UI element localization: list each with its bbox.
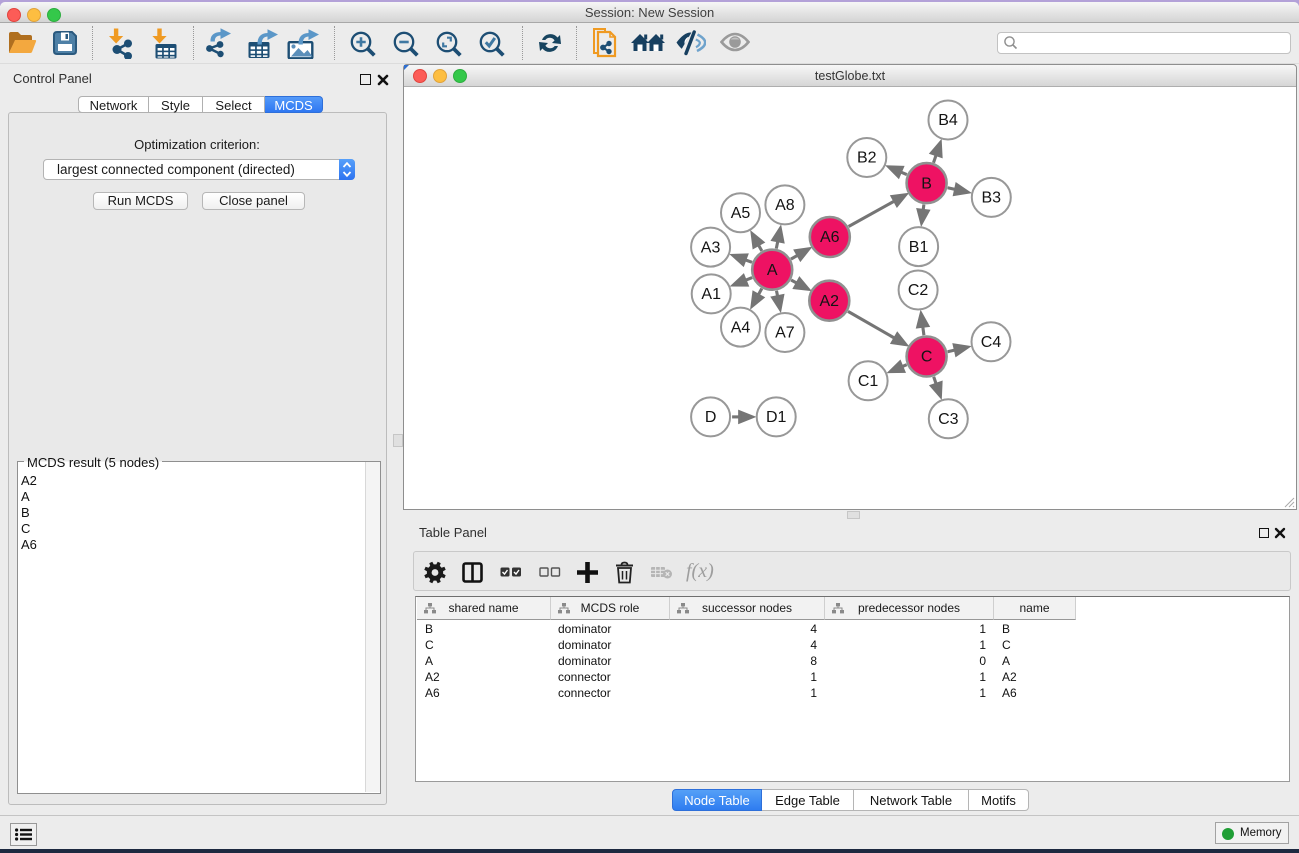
svg-text:A3: A3 — [701, 239, 721, 256]
svg-text:C4: C4 — [981, 334, 1002, 351]
svg-text:B3: B3 — [982, 190, 1002, 207]
svg-text:C1: C1 — [858, 373, 879, 390]
svg-text:C3: C3 — [938, 411, 959, 428]
svg-text:A: A — [767, 262, 778, 279]
svg-text:A6: A6 — [820, 229, 840, 246]
svg-text:A4: A4 — [731, 319, 751, 336]
svg-text:A7: A7 — [775, 325, 795, 342]
svg-text:A1: A1 — [701, 286, 721, 303]
svg-text:B2: B2 — [857, 150, 877, 167]
svg-text:B: B — [921, 175, 932, 192]
svg-text:B1: B1 — [909, 239, 929, 256]
svg-text:D1: D1 — [766, 409, 787, 426]
svg-text:C: C — [921, 349, 933, 366]
svg-text:C2: C2 — [908, 282, 929, 299]
svg-text:B4: B4 — [938, 112, 958, 129]
svg-text:A8: A8 — [775, 197, 795, 214]
svg-text:A5: A5 — [731, 205, 751, 222]
svg-text:D: D — [705, 409, 717, 426]
svg-text:A2: A2 — [820, 293, 840, 310]
